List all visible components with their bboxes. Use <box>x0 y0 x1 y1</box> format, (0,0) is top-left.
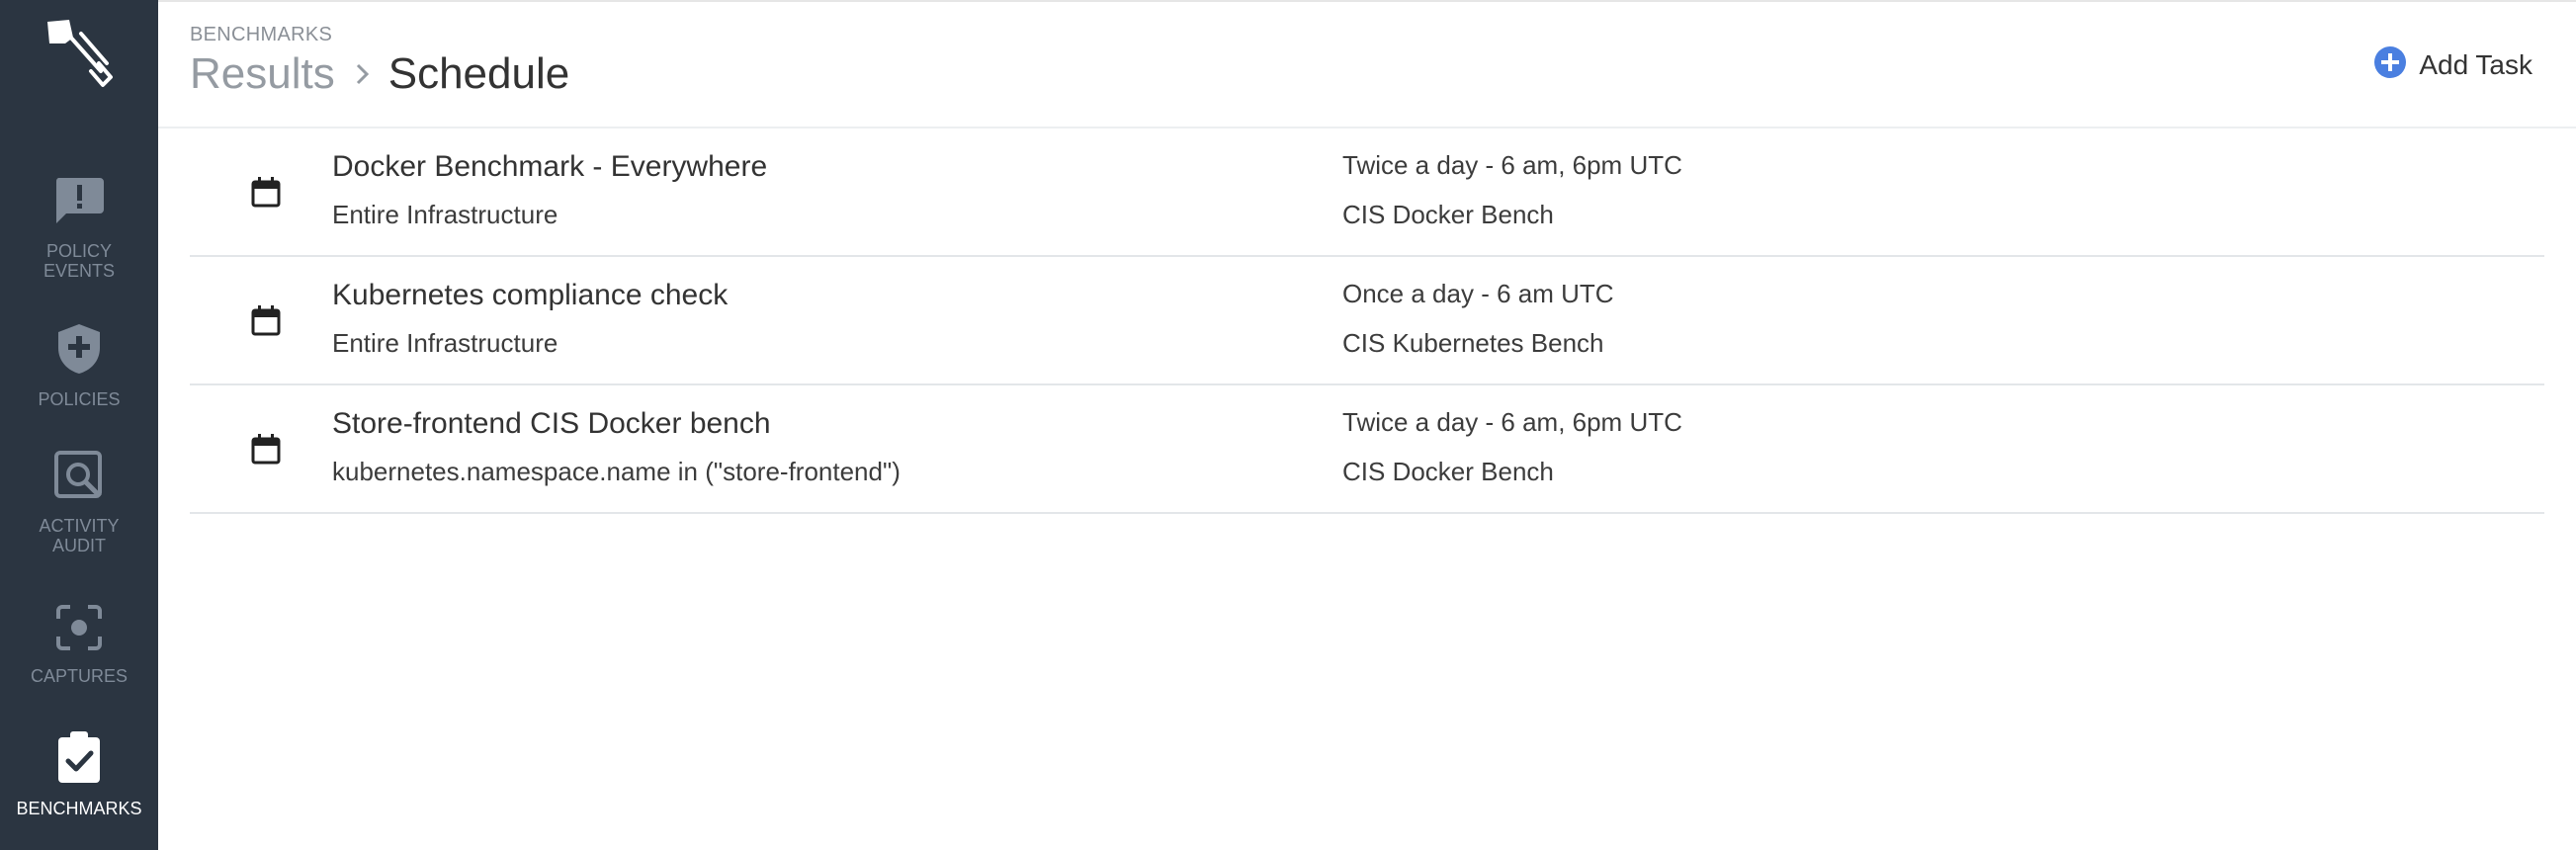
shovel-logo-icon[interactable] <box>40 14 119 93</box>
sidebar-item-captures[interactable]: CAPTURES <box>0 603 158 686</box>
breadcrumb-results-link[interactable]: Results <box>190 49 335 99</box>
calendar-icon <box>251 304 281 341</box>
shield-plus-icon <box>0 322 158 380</box>
sidebar-item-policy-events[interactable]: POLICY EVENTS <box>0 174 158 281</box>
task-scope: Entire Infrastructure <box>332 200 558 229</box>
add-task-button[interactable]: Add Task <box>2373 45 2533 84</box>
sidebar-item-label: POLICIES <box>38 389 121 409</box>
calendar-icon <box>251 433 281 469</box>
sidebar-item-policies[interactable]: POLICIES <box>0 322 158 409</box>
page-header: BENCHMARKS Results Schedule Add Task <box>158 2 2576 128</box>
sidebar-item-benchmarks[interactable]: BENCHMARKS <box>0 729 158 818</box>
page-title: Schedule <box>387 49 570 98</box>
task-row[interactable]: Store-frontend CIS Docker bench kubernet… <box>190 385 2544 514</box>
task-benchmark: CIS Docker Bench <box>1342 457 1554 486</box>
section-label: BENCHMARKS <box>190 24 333 45</box>
task-benchmark: CIS Docker Bench <box>1342 200 1554 229</box>
task-list: Docker Benchmark - Everywhere Entire Inf… <box>190 128 2544 514</box>
task-schedule: Twice a day - 6 am, 6pm UTC <box>1342 150 1682 180</box>
task-name: Docker Benchmark - Everywhere <box>332 150 768 183</box>
chevron-right-icon <box>355 62 371 86</box>
capture-frame-icon <box>0 603 158 656</box>
task-row[interactable]: Kubernetes compliance check Entire Infra… <box>190 257 2544 385</box>
breadcrumb: Results Schedule <box>190 49 569 99</box>
calendar-icon <box>251 176 281 212</box>
task-scope: kubernetes.namespace.name in ("store-fro… <box>332 457 901 486</box>
sidebar: POLICY EVENTS POLICIES ACTIVITY AUDIT CA… <box>0 0 158 850</box>
add-task-label: Add Task <box>2419 48 2533 80</box>
alert-message-icon <box>0 174 158 231</box>
task-scope: Entire Infrastructure <box>332 328 558 358</box>
task-benchmark: CIS Kubernetes Bench <box>1342 328 1604 358</box>
task-name: Store-frontend CIS Docker bench <box>332 407 771 440</box>
sidebar-item-activity-audit[interactable]: ACTIVITY AUDIT <box>0 449 158 555</box>
search-frame-icon <box>0 449 158 506</box>
sidebar-item-label: ACTIVITY AUDIT <box>39 516 120 555</box>
clipboard-check-icon <box>0 729 158 789</box>
task-name: Kubernetes compliance check <box>332 279 729 311</box>
main-content: BENCHMARKS Results Schedule Add Task Doc… <box>158 2 2576 850</box>
task-schedule: Twice a day - 6 am, 6pm UTC <box>1342 407 1682 437</box>
sidebar-item-label: BENCHMARKS <box>16 799 142 818</box>
task-row[interactable]: Docker Benchmark - Everywhere Entire Inf… <box>190 128 2544 257</box>
sidebar-item-label: POLICY EVENTS <box>43 241 116 281</box>
plus-circle-icon <box>2373 45 2407 84</box>
sidebar-item-label: CAPTURES <box>30 666 128 686</box>
task-schedule: Once a day - 6 am UTC <box>1342 279 1614 308</box>
